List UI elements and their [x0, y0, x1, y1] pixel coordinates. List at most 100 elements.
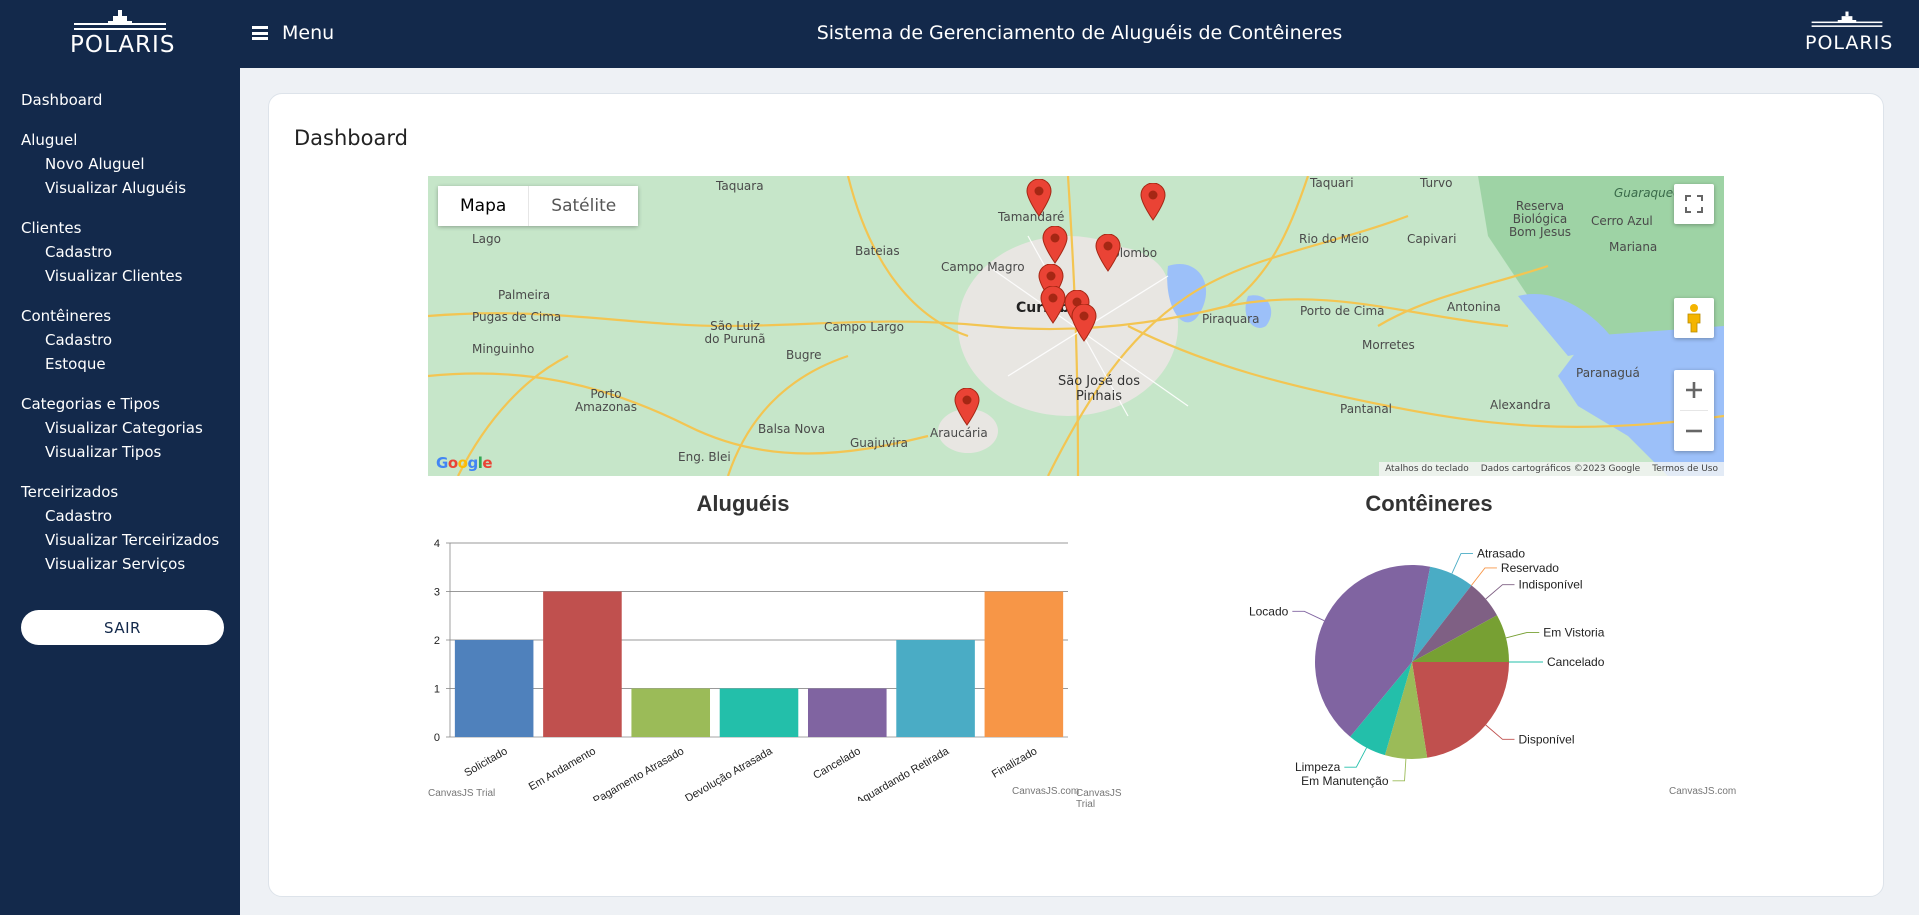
nav-clientes-cadastro[interactable]: Cadastro	[21, 240, 231, 264]
map-marker-icon[interactable]	[1095, 234, 1121, 272]
map-label: Palmeira	[498, 288, 551, 302]
nav-visualizar-tipos[interactable]: Visualizar Tipos	[21, 440, 231, 464]
map-label: Minguinho	[472, 342, 535, 356]
map-label: Bateias	[855, 244, 900, 258]
map-marker-icon[interactable]	[954, 388, 980, 426]
nav-terceirizados-cadastro[interactable]: Cadastro	[21, 504, 231, 528]
map-label: Campo Largo	[824, 320, 904, 334]
dashboard-card: Dashboard Taquara Tamandaré Taquari Turv…	[268, 93, 1884, 897]
map-label: Morretes	[1362, 338, 1415, 352]
pie-leader-line	[1485, 584, 1515, 600]
app-title: Sistema de Gerenciamento de Aluguéis de …	[816, 22, 1343, 44]
map-label: Lago	[472, 232, 501, 246]
pie-leader-line	[1471, 567, 1497, 586]
pie-label: Indisponível	[1518, 578, 1582, 592]
fullscreen-button[interactable]	[1674, 184, 1714, 224]
fullscreen-icon	[1685, 195, 1703, 213]
map-type-map-button[interactable]: Mapa	[438, 186, 530, 226]
chart-credit[interactable]: CanvasJS.com	[1669, 786, 1736, 797]
bar[interactable]	[631, 688, 711, 738]
map-label: São Luiz do Purunã	[704, 319, 766, 346]
x-tick-label: Aguardando Retirada	[855, 745, 952, 801]
nav-group-title-clientes[interactable]: Clientes	[21, 216, 231, 240]
y-tick-label: 0	[434, 732, 440, 744]
y-tick-label: 4	[434, 538, 440, 550]
minus-icon	[1686, 429, 1702, 433]
map-view[interactable]: Taquara Tamandaré Taquari Turvo Lago Bat…	[428, 176, 1724, 476]
zoom-out-button[interactable]	[1674, 411, 1714, 451]
bar[interactable]	[896, 640, 975, 737]
x-tick-label: Cancelado	[811, 745, 863, 782]
alugueis-bar-chart: Aluguéis 0 1 2 3 4 Solicitado Em Andamento Paga…	[428, 491, 1138, 810]
nav-group-title-conteineres[interactable]: Contêineres	[21, 304, 231, 328]
nav-group-title-categorias[interactable]: Categorias e Tipos	[21, 392, 231, 416]
pie-label: Locado	[1249, 604, 1289, 618]
sidebar-logo[interactable]: POLARIS	[70, 8, 174, 60]
pie-chart-title: Contêineres	[1365, 491, 1493, 516]
pie-leader-line	[1292, 610, 1325, 622]
bar[interactable]	[543, 591, 622, 738]
nav-visualizar-servicos[interactable]: Visualizar Serviços	[21, 552, 231, 576]
map-label: Reserva Biológica Bom Jesus	[1508, 199, 1572, 239]
page-title: Dashboard	[294, 126, 408, 150]
logout-button[interactable]: SAIR	[21, 610, 224, 645]
map-type-control: Mapa Satélite	[438, 186, 639, 226]
bar[interactable]	[719, 688, 799, 738]
menu-toggle-button[interactable]: Menu	[252, 18, 334, 48]
map-marker-icon[interactable]	[1042, 226, 1068, 264]
keyboard-shortcuts-link[interactable]: Atalhos do teclado	[1379, 464, 1475, 474]
nav-group-aluguel: Aluguel Novo Aluguel Visualizar Aluguéis	[21, 128, 231, 200]
map-marker-icon[interactable]	[1140, 183, 1166, 221]
nav-visualizar-clientes[interactable]: Visualizar Clientes	[21, 264, 231, 288]
nav-dashboard[interactable]: Dashboard	[21, 88, 231, 112]
nav-group-conteineres: Contêineres Cadastro Estoque	[21, 304, 231, 376]
y-tick-label: 1	[434, 684, 440, 696]
nav-group-title-aluguel[interactable]: Aluguel	[21, 128, 231, 152]
chart-credit[interactable]: CanvasJS.com	[1012, 786, 1079, 797]
map-label: Mariana	[1609, 240, 1658, 254]
bar[interactable]	[454, 640, 534, 737]
nav-estoque[interactable]: Estoque	[21, 352, 231, 376]
map-marker-icon[interactable]	[1026, 179, 1052, 217]
header-logo: POLARIS	[1805, 10, 1892, 54]
map-label: São José dos Pinhais	[1058, 374, 1140, 404]
map-label: Cerro Azul	[1591, 214, 1653, 228]
nav-conteineres-cadastro[interactable]: Cadastro	[21, 328, 231, 352]
map-label: Taquara	[716, 179, 764, 193]
nav-novo-aluguel[interactable]: Novo Aluguel	[21, 152, 231, 176]
map-type-satellite-button[interactable]: Satélite	[529, 186, 639, 226]
nav-group-title-terceirizados[interactable]: Terceirizados	[21, 480, 231, 504]
pie-chart-svg: Cancelado Disponível Em ManutençãoLimpeza L…	[1249, 547, 1605, 788]
zoom-in-button[interactable]	[1674, 370, 1714, 410]
sidebar: POLARIS Dashboard Aluguel Novo Aluguel V…	[0, 0, 240, 915]
map-label: Antonina	[1447, 300, 1501, 314]
terms-link[interactable]: Termos de Uso	[1646, 464, 1724, 474]
bar-chart-svg: 0 1 2 3 4 Solicitado Em AndamentoPagamento Atr…	[434, 538, 1068, 808]
bar-chart-title: Aluguéis	[696, 491, 790, 516]
map-label: Taquari	[1310, 176, 1354, 190]
map-marker-icon[interactable]	[1071, 304, 1097, 342]
pie-leader-line	[1485, 724, 1515, 740]
street-view-button[interactable]	[1674, 298, 1714, 338]
map-label: Capivari	[1407, 232, 1457, 246]
map-footer: Atalhos do teclado Dados cartográficos ©…	[1379, 462, 1724, 476]
nav-visualizar-alugueis[interactable]: Visualizar Aluguéis	[21, 176, 231, 200]
bar[interactable]	[807, 688, 887, 738]
map-label: Porto Amazonas	[574, 387, 638, 414]
y-tick-label: 2	[434, 635, 440, 647]
pie-label: Disponível	[1518, 732, 1574, 746]
polaris-building-icon	[1811, 11, 1883, 27]
pie-label: Atrasado	[1477, 547, 1525, 561]
map-label: Porto de Cima	[1300, 304, 1385, 318]
map-label: Pantanal	[1340, 402, 1393, 416]
nav-visualizar-terceirizados[interactable]: Visualizar Terceirizados	[21, 528, 231, 552]
bar[interactable]	[984, 591, 1064, 738]
nav-visualizar-categorias[interactable]: Visualizar Categorias	[21, 416, 231, 440]
map-label: Campo Magro	[941, 260, 1025, 274]
map-marker-icon[interactable]	[1040, 286, 1066, 324]
pie-leader-line	[1392, 758, 1407, 782]
pegman-icon	[1687, 304, 1701, 333]
top-header: Sistema de Gerenciamento de Aluguéis de …	[240, 0, 1919, 68]
pie-slice[interactable]	[1412, 662, 1509, 758]
google-logo: Google	[436, 454, 493, 472]
